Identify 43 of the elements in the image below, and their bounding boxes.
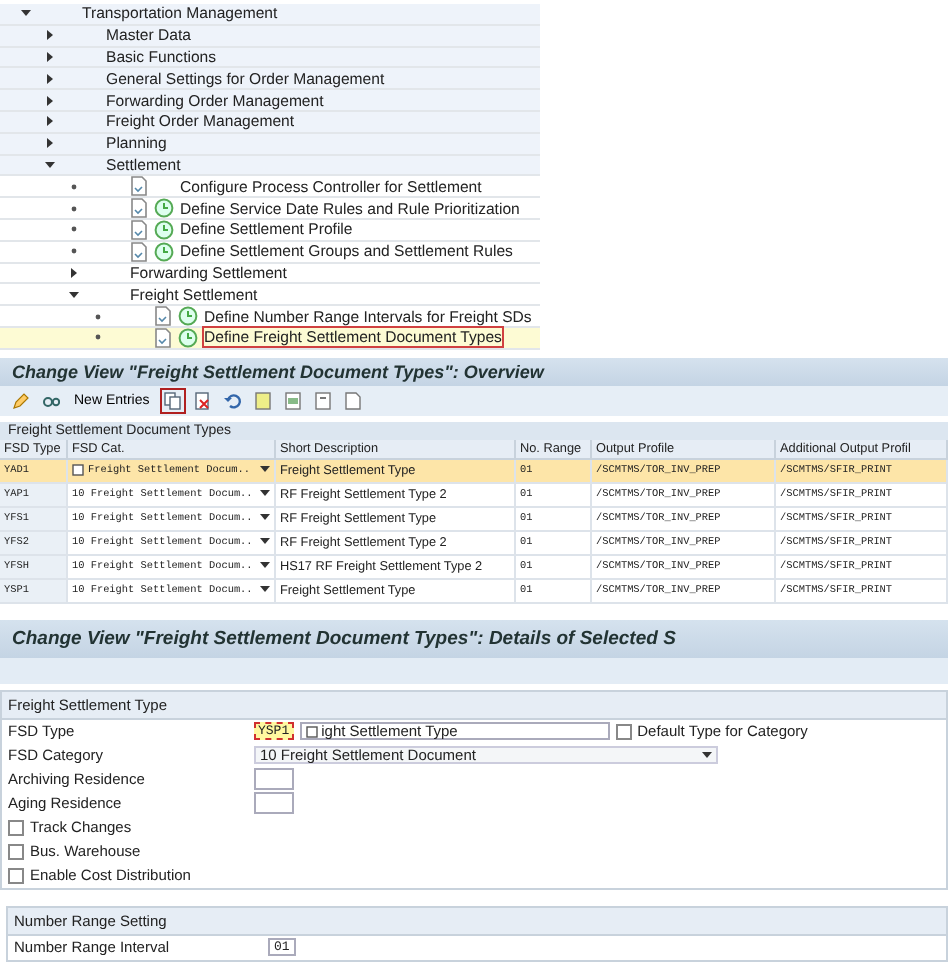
bullet-icon bbox=[68, 183, 80, 190]
bullet-icon bbox=[68, 248, 80, 255]
clock-execute-icon[interactable] bbox=[178, 327, 198, 348]
document-icon[interactable] bbox=[154, 306, 172, 327]
clock-execute-icon[interactable] bbox=[178, 306, 198, 327]
input-field[interactable] bbox=[254, 768, 294, 791]
select-block-icon[interactable] bbox=[279, 387, 306, 414]
collapse-arrow-icon[interactable] bbox=[20, 8, 32, 19]
clock-execute-icon[interactable] bbox=[154, 219, 174, 240]
caret-icon[interactable] bbox=[260, 586, 270, 595]
bullet-icon bbox=[68, 226, 80, 233]
input-field[interactable] bbox=[254, 792, 294, 815]
select-all-icon[interactable] bbox=[249, 387, 276, 414]
caret-icon[interactable] bbox=[260, 562, 270, 571]
expand-arrow-icon[interactable] bbox=[68, 267, 80, 278]
bullet-icon bbox=[92, 334, 104, 341]
checkbox-icon[interactable] bbox=[305, 725, 318, 738]
checkbox-icon[interactable] bbox=[72, 464, 84, 477]
bullet-icon bbox=[92, 313, 104, 320]
bullet-icon bbox=[68, 205, 80, 212]
caret-icon[interactable] bbox=[260, 490, 270, 499]
document-icon[interactable] bbox=[130, 219, 148, 240]
document-icon[interactable] bbox=[130, 241, 148, 262]
caret-icon[interactable] bbox=[260, 514, 270, 523]
screen-title: Change View "Freight Settlement Document Types": Overview bbox=[0, 357, 948, 386]
clock-execute-icon[interactable] bbox=[154, 241, 174, 262]
caret-icon[interactable] bbox=[702, 751, 712, 760]
checkbox[interactable] bbox=[8, 819, 24, 836]
checkbox[interactable] bbox=[615, 723, 632, 740]
document-icon[interactable] bbox=[130, 176, 148, 197]
document-icon[interactable] bbox=[154, 327, 172, 348]
checkbox[interactable] bbox=[8, 843, 24, 860]
collapse-arrow-icon[interactable] bbox=[44, 159, 56, 170]
screen-title: Change View "Freight Settlement Document Types": Details of Selected S bbox=[0, 619, 948, 658]
clock-execute-icon[interactable] bbox=[154, 198, 174, 219]
document-icon[interactable] bbox=[339, 387, 366, 414]
caret-icon[interactable] bbox=[260, 466, 270, 475]
deselect-icon[interactable] bbox=[309, 387, 336, 414]
collapse-arrow-icon[interactable] bbox=[68, 289, 80, 300]
caret-icon[interactable] bbox=[260, 538, 270, 547]
copy-icon[interactable] bbox=[159, 387, 186, 414]
document-icon[interactable] bbox=[130, 198, 148, 219]
checkbox[interactable] bbox=[8, 867, 24, 884]
